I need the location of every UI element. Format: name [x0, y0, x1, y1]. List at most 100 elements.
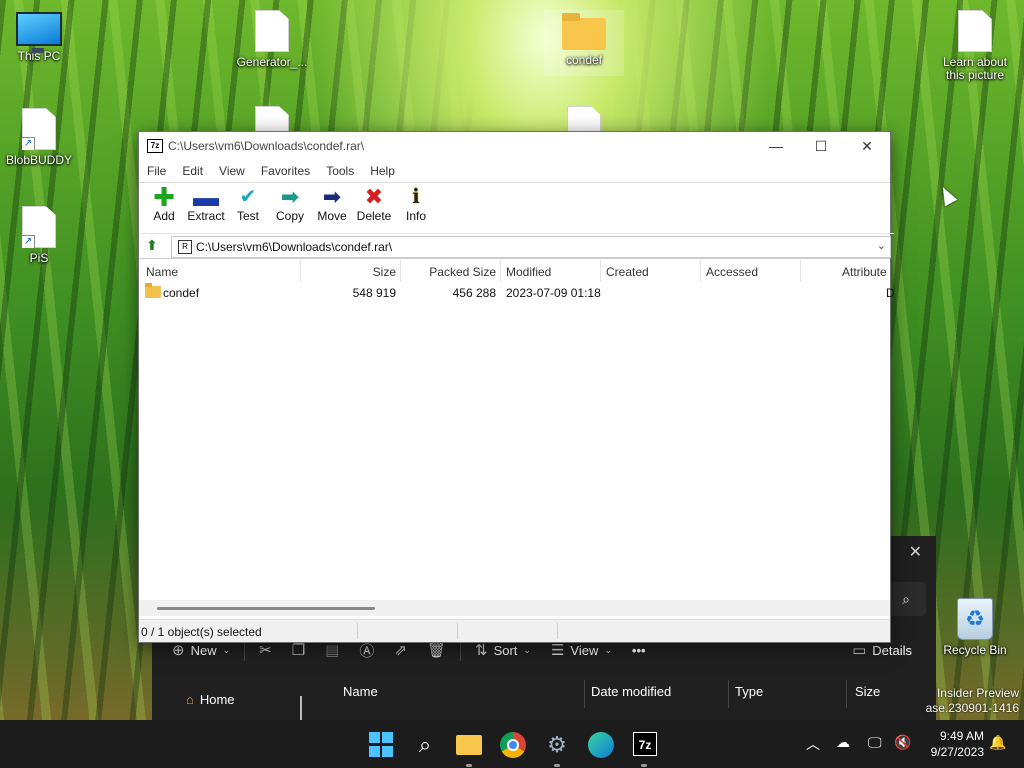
chevron-down-icon[interactable]: ⌄: [877, 239, 886, 252]
column-header-name[interactable]: Name: [146, 265, 178, 279]
cell-attribute: D: [886, 286, 895, 300]
cell-name: condef: [163, 286, 200, 300]
column-header-size[interactable]: Size: [855, 684, 880, 699]
scrollbar-thumb[interactable]: [157, 607, 375, 610]
menu-tools[interactable]: Tools: [318, 160, 362, 182]
menu-help[interactable]: Help: [362, 160, 403, 182]
nav-item-home[interactable]: ⌂ Home: [186, 692, 235, 707]
desktop-icon-this-pc[interactable]: This PC: [0, 12, 79, 63]
menu-favorites[interactable]: Favorites: [253, 160, 318, 182]
column-header-date-modified[interactable]: Date modified: [591, 684, 671, 699]
file-explorer-icon[interactable]: [456, 735, 482, 755]
settings-icon[interactable]: ⚙: [544, 732, 570, 758]
copy-button[interactable]: ❐: [282, 641, 315, 659]
test-label: Test: [236, 209, 259, 223]
chevron-up-icon[interactable]: ︿: [806, 734, 820, 754]
delete-button[interactable]: 🗑: [417, 641, 456, 659]
taskbar: ⌕ ⚙ 7z ︿ ☁ 🖵 🔇 9:49 AM 9/27/2023 🔔: [0, 720, 1024, 768]
desktop-icon-recycle-bin[interactable]: ♻ Recycle Bin: [935, 598, 1015, 657]
status-divider: [457, 623, 458, 639]
column-divider[interactable]: [500, 260, 501, 282]
arrow-right-teal-icon: ➡: [280, 184, 300, 209]
network-icon[interactable]: 🖵: [868, 734, 882, 751]
desktop-icon-condef[interactable]: condef: [544, 10, 624, 76]
menu-file[interactable]: File: [139, 160, 174, 182]
shortcut-arrow-icon: ↗: [22, 235, 35, 248]
cut-button[interactable]: ✂: [249, 641, 282, 659]
column-header-created[interactable]: Created: [606, 265, 649, 279]
column-header-accessed[interactable]: Accessed: [706, 265, 758, 279]
address-text: C:\Users\vm6\Downloads\condef.rar\: [196, 240, 393, 254]
chrome-icon[interactable]: [500, 732, 526, 758]
notification-bell-icon[interactable]: 🔔: [989, 734, 1006, 751]
copy-button[interactable]: ➡ Copy: [269, 183, 311, 231]
info-button[interactable]: ℹ Info: [395, 183, 437, 231]
share-button[interactable]: ⇗: [384, 641, 417, 659]
search-button[interactable]: ⌕: [886, 582, 926, 616]
extract-button[interactable]: ▬ Extract: [185, 183, 227, 231]
paste-button[interactable]: ▤: [315, 641, 349, 659]
close-button[interactable]: ✕: [852, 136, 882, 156]
mouse-cursor: [936, 183, 958, 207]
maximize-button[interactable]: ☐: [806, 136, 836, 156]
volume-muted-icon[interactable]: 🔇: [894, 734, 911, 751]
title-bar[interactable]: 7z C:\Users\vm6\Downloads\condef.rar\ — …: [139, 132, 890, 159]
sort-button[interactable]: ⇅ Sort ⌄: [465, 641, 541, 659]
horizontal-scrollbar[interactable]: [139, 600, 890, 616]
edge-icon[interactable]: [588, 732, 614, 758]
desktop-icon-pis[interactable]: ↗ PiS: [0, 206, 79, 265]
details-button[interactable]: ▭ Details: [842, 641, 936, 659]
column-divider[interactable]: [700, 260, 701, 282]
watermark-line-2: ase.230901-1416: [925, 701, 1019, 715]
minimize-button[interactable]: —: [761, 136, 791, 156]
desktop-icon-label: PiS: [29, 251, 49, 265]
folder-icon: [562, 13, 606, 50]
close-icon[interactable]: ✕: [909, 542, 922, 562]
info-label: Info: [405, 209, 426, 223]
start-icon[interactable]: [369, 732, 395, 758]
column-header-packed-size[interactable]: Packed Size: [429, 265, 496, 279]
search-icon: ⌕: [902, 591, 910, 607]
column-header-name[interactable]: Name: [343, 684, 378, 699]
view-button[interactable]: ☰ View ⌄: [541, 641, 622, 659]
address-field[interactable]: R C:\Users\vm6\Downloads\condef.rar\ ⌄: [171, 236, 891, 258]
nav-divider: [300, 696, 302, 720]
menu-edit[interactable]: Edit: [174, 160, 211, 182]
delete-button[interactable]: ✖ Delete: [353, 183, 395, 231]
search-icon[interactable]: ⌕: [412, 732, 438, 758]
clock[interactable]: 9:49 AM 9/27/2023: [931, 728, 984, 760]
7zip-icon[interactable]: 7z: [633, 732, 657, 756]
archive-icon: R: [178, 240, 192, 254]
more-icon: •••: [631, 642, 646, 658]
onedrive-icon[interactable]: ☁: [836, 734, 850, 751]
copy-label: Copy: [275, 209, 304, 223]
column-header-attribute[interactable]: Attribute: [842, 265, 887, 279]
plus-circle-icon: ⊕: [172, 642, 185, 659]
desktop-icon-generator[interactable]: Generator_...: [232, 10, 312, 69]
move-button[interactable]: ➡ Move: [311, 183, 353, 231]
desktop-icon-label: condef: [565, 53, 603, 67]
add-button[interactable]: ✚ Add: [143, 183, 185, 231]
test-button[interactable]: ✔ Test: [227, 183, 269, 231]
new-button[interactable]: ⊕ New ⌄: [152, 641, 240, 659]
column-divider[interactable]: [300, 260, 301, 282]
column-divider[interactable]: [400, 260, 401, 282]
menu-view[interactable]: View: [211, 160, 253, 182]
folder-icon: [145, 283, 161, 298]
checkmark-icon: ✔: [239, 186, 257, 208]
column-header-modified[interactable]: Modified: [506, 265, 551, 279]
desktop-icon-blobbuddy[interactable]: ↗ BlobBUDDY: [0, 108, 79, 167]
status-divider: [557, 623, 558, 639]
table-row[interactable]: condef 548 919 456 288 2023-07-09 01:18 …: [139, 283, 895, 303]
minus-icon: ▬: [193, 182, 219, 212]
more-button[interactable]: •••: [622, 643, 656, 658]
column-divider[interactable]: [600, 260, 601, 282]
column-header-type[interactable]: Type: [735, 684, 763, 699]
7zip-icon: 7z: [147, 139, 163, 153]
desktop-icon-learn-about-picture[interactable]: Learn about this picture: [935, 10, 1015, 82]
column-header-size[interactable]: Size: [373, 265, 396, 279]
arrow-right-navy-icon: ➡: [322, 184, 342, 209]
up-folder-button[interactable]: ⬆: [144, 237, 160, 253]
column-divider[interactable]: [800, 260, 801, 282]
column-divider: [728, 680, 729, 708]
